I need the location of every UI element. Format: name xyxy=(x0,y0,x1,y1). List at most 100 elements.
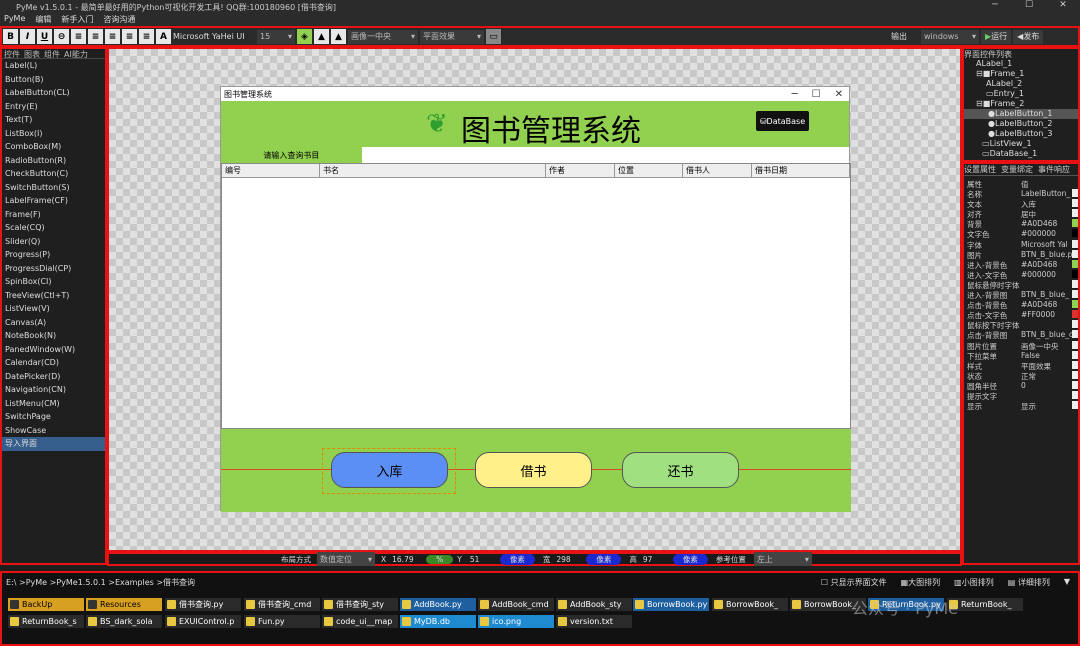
property-row[interactable]: 进入-文字色 #000000 xyxy=(964,269,1078,280)
col-location[interactable]: 位置 xyxy=(615,164,683,177)
file-item[interactable]: AddBook_sty xyxy=(556,598,632,611)
fill-icon[interactable]: ◈ xyxy=(297,29,312,44)
align-justify-icon[interactable]: ≡ xyxy=(122,29,137,44)
pixel-toggle-1[interactable]: 像素 xyxy=(499,553,535,565)
control-item[interactable]: SwitchPage xyxy=(2,410,105,424)
maximize-icon[interactable]: ☐ xyxy=(1012,0,1046,10)
file-item[interactable]: 借书查询.py xyxy=(165,598,241,611)
tree-item[interactable]: ●LabelButton_1 xyxy=(964,109,1078,119)
align-right-icon[interactable]: ≡ xyxy=(105,29,120,44)
ref-select[interactable]: 左上 ▾ xyxy=(753,552,812,566)
property-row[interactable]: 文本 入库 xyxy=(964,199,1078,209)
property-row[interactable]: 点击-背景色 #A0D468 xyxy=(964,300,1078,310)
control-item[interactable]: ComboBox(M) xyxy=(2,140,105,154)
banner-title[interactable]: 图书管理系统 xyxy=(461,106,641,150)
col-title[interactable]: 书名 xyxy=(320,164,546,177)
property-row[interactable]: 下拉菜单 False xyxy=(964,350,1078,361)
control-item[interactable]: ListView(V) xyxy=(2,302,105,316)
italic-icon[interactable]: I xyxy=(20,29,35,44)
control-item[interactable]: Label(L) xyxy=(2,59,105,73)
design-canvas[interactable]: 图书管理系统 ─ ☐ ✕ ❦ 图书管理系统 ⛁ DataBase 请输入查询书目 编号… xyxy=(107,47,962,552)
file-item[interactable]: ReturnBook_ xyxy=(947,598,1023,611)
control-item[interactable]: ListBox(I) xyxy=(2,127,105,141)
property-row[interactable]: 名称 LabelButton_ xyxy=(964,189,1078,199)
file-item[interactable]: AddBook_cmd xyxy=(478,598,554,611)
image-icon[interactable]: ▲ xyxy=(314,29,329,44)
property-row[interactable]: 圆角半径 0 xyxy=(964,380,1078,391)
control-item[interactable]: SpinBox(CI) xyxy=(2,275,105,289)
y-value[interactable]: 51 xyxy=(470,555,500,564)
path-bar[interactable]: E:\ >PyMe >PyMe1.5.0.1 >Examples >借书查询 xyxy=(6,577,195,588)
tree-item[interactable]: ●LabelButton_3 xyxy=(964,129,1078,139)
property-row[interactable]: 进入-背景色 #A0D468 xyxy=(964,259,1078,270)
control-item[interactable]: RadioButton(R) xyxy=(2,154,105,168)
control-item[interactable]: Calendar(CD) xyxy=(2,356,105,370)
pixel-toggle-2[interactable]: 像素 xyxy=(586,553,622,565)
control-item[interactable]: Frame(F) xyxy=(2,208,105,222)
file-item[interactable]: BorrowBook_ xyxy=(712,598,788,611)
property-row[interactable]: 显示 显示 xyxy=(964,401,1078,411)
book-listview[interactable]: 编号 书名 作者 位置 借书人 借书日期 xyxy=(221,163,851,429)
tab-ai[interactable]: AI能力 xyxy=(64,49,88,59)
align-center-icon[interactable]: ≡ xyxy=(88,29,103,44)
property-row[interactable]: 样式 平面效果 xyxy=(964,360,1078,371)
control-item[interactable]: Text(T) xyxy=(2,113,105,127)
file-item[interactable]: ReturnBook_s xyxy=(8,615,84,628)
file-item[interactable]: BackUp xyxy=(8,598,84,611)
large-icon-view[interactable]: ▦大图排列 xyxy=(901,577,941,588)
tree-item[interactable]: ALabel_2 xyxy=(964,79,1078,89)
col-id[interactable]: 编号 xyxy=(222,164,320,177)
property-row[interactable]: 点击-背景图 BTN_B_blue_c xyxy=(964,330,1078,340)
tab-properties[interactable]: 设置属性 xyxy=(964,164,996,175)
tree-item[interactable]: ALabel_1 xyxy=(964,59,1078,69)
tree-item[interactable]: ●LabelButton_2 xyxy=(964,119,1078,129)
form-minimize-icon[interactable]: ─ xyxy=(792,89,798,100)
align-left-icon[interactable]: ≡ xyxy=(71,29,86,44)
property-row[interactable]: 状态 正常 xyxy=(964,370,1078,381)
control-item[interactable]: ShowCase xyxy=(2,424,105,438)
align-top-icon[interactable]: ≡ xyxy=(139,29,154,44)
tree-item[interactable]: ▭Entry_1 xyxy=(964,89,1078,99)
font-color-icon[interactable]: A xyxy=(156,29,171,44)
percent-toggle[interactable]: % xyxy=(426,554,454,564)
property-row[interactable]: 图片 BTN_B_blue.p xyxy=(964,249,1078,260)
control-item[interactable]: DatePicker(D) xyxy=(2,370,105,384)
control-item[interactable]: Scale(CQ) xyxy=(2,221,105,235)
font-size-select[interactable]: 15 ▾ xyxy=(257,29,295,44)
small-icon-view[interactable]: ▥小图排列 xyxy=(954,577,994,588)
form-close-icon[interactable]: ✕ xyxy=(835,89,843,100)
platform-select[interactable]: windows ▾ xyxy=(921,29,979,44)
file-item[interactable]: Resources xyxy=(86,598,162,611)
style-select[interactable]: 平面效果 ▾ xyxy=(420,29,484,44)
x-value[interactable]: 16.79 xyxy=(392,555,422,564)
property-row[interactable]: 文字色 #000000 xyxy=(964,229,1078,239)
property-row[interactable]: 提示文字 xyxy=(964,390,1078,401)
only-ui-files-checkbox[interactable]: ☐ 只显示界面文件 xyxy=(821,577,887,588)
control-item[interactable]: 导入界面 xyxy=(2,437,105,451)
tab-events[interactable]: 事件响应 xyxy=(1038,164,1070,175)
property-row[interactable]: 字体 Microsoft Yal xyxy=(964,239,1078,250)
detail-view[interactable]: ▤ 详细排列 xyxy=(1008,577,1050,588)
col-borrow-date[interactable]: 借书日期 xyxy=(752,164,850,177)
image-bg-icon[interactable]: ▲ xyxy=(331,29,346,44)
file-item[interactable]: code_ui__map xyxy=(322,615,398,628)
design-form[interactable]: 图书管理系统 ─ ☐ ✕ ❦ 图书管理系统 ⛁ DataBase 请输入查询书目 编号… xyxy=(220,86,851,512)
tab-variables[interactable]: 变量绑定 xyxy=(1001,164,1033,175)
stock-in-button[interactable]: 入库 xyxy=(331,452,448,488)
database-button[interactable]: ⛁ DataBase xyxy=(756,111,809,131)
return-button[interactable]: 还书 xyxy=(622,452,739,488)
control-item[interactable]: TreeView(Ctl+T) xyxy=(2,289,105,303)
menu-pyme[interactable]: PyMe xyxy=(4,14,25,26)
col-author[interactable]: 作者 xyxy=(546,164,615,177)
property-row[interactable]: 背景 #A0D468 xyxy=(964,219,1078,229)
font-name[interactable]: Microsoft YaHei UI xyxy=(173,32,255,41)
publish-button[interactable]: ◀ 发布 xyxy=(1013,29,1044,44)
control-item[interactable]: Canvas(A) xyxy=(2,316,105,330)
file-item[interactable]: BorrowBook.py xyxy=(633,598,709,611)
collapse-icon[interactable]: ▼ xyxy=(1064,577,1070,588)
borrow-button[interactable]: 借书 xyxy=(475,452,592,488)
col-borrower[interactable]: 借书人 xyxy=(683,164,752,177)
control-item[interactable]: Navigation(CN) xyxy=(2,383,105,397)
property-row[interactable]: 属性值 xyxy=(964,179,1078,189)
property-row[interactable]: 进入-背景图 BTN_B_blue_ xyxy=(964,290,1078,300)
